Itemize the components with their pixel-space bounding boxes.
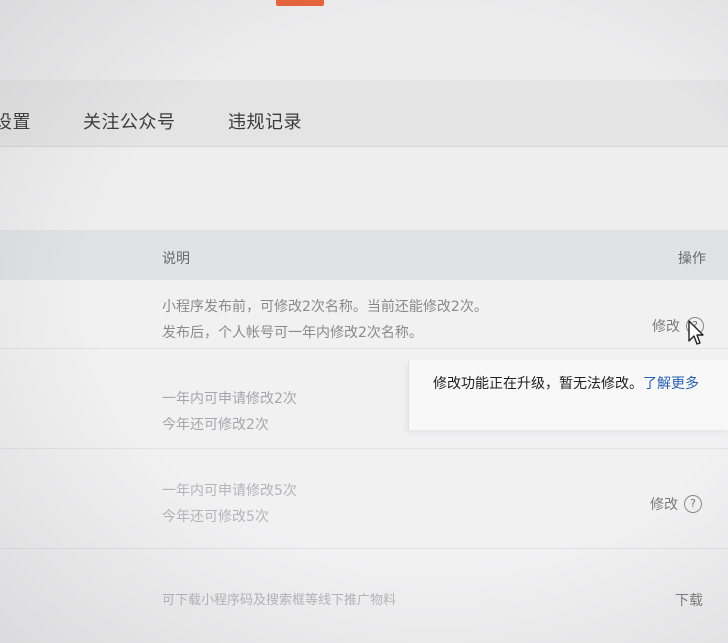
table-header: 说明 操作 (0, 230, 728, 280)
row-description-line: 发布后，个人帐号可一年内修改2次名称。 (162, 325, 423, 341)
header-action: 操作 (678, 251, 706, 267)
mouse-cursor-icon (688, 320, 704, 345)
row-description-line: 小程序发布前，可修改2次名称。当前还能修改2次。 (162, 299, 488, 315)
top-orange-button-edge[interactable] (276, 0, 324, 6)
download-link[interactable]: 下载 (675, 590, 703, 610)
row-description-line: 今年还可修改5次 (162, 509, 269, 525)
section-gap (0, 147, 728, 230)
row-description-line: 一年内可申请修改2次 (162, 391, 297, 407)
modify-action: 修改 ? (650, 494, 702, 514)
table-row: 一年内可申请修改5次 今年还可修改5次 修改 ? (0, 448, 728, 549)
download-action: 下载 (675, 590, 703, 610)
tooltip-message: 修改功能正在升级，暂无法修改。 (433, 376, 643, 392)
tooltip-text: 修改功能正在升级，暂无法修改。了解更多 (433, 370, 725, 398)
screen: 设置 关注公众号 违规记录 说明 操作 小程序发布前，可修改2次名称。当前还能修… (0, 0, 728, 643)
header-description: 说明 (162, 251, 190, 267)
table-row: 可下载小程序码及搜索框等线下推广物料 下载 (0, 548, 728, 643)
tab-follow-official-account[interactable]: 关注公众号 (83, 108, 176, 134)
row-description: 一年内可申请修改5次 今年还可修改5次 (162, 478, 297, 530)
row-description: 可下载小程序码及搜索框等线下推广物料 (162, 588, 396, 614)
settings-table: 说明 操作 小程序发布前，可修改2次名称。当前还能修改2次。 发布后，个人帐号可… (0, 230, 728, 643)
top-nav: 设置 关注公众号 违规记录 (0, 80, 728, 147)
row-description-line: 今年还可修改2次 (162, 417, 269, 433)
tab-violation-records[interactable]: 违规记录 (228, 108, 302, 134)
row-description-line: 一年内可申请修改5次 (162, 483, 297, 499)
top-band (0, 0, 728, 80)
tooltip-popover: 修改功能正在升级，暂无法修改。了解更多 (408, 360, 728, 430)
row-description: 一年内可申请修改2次 今年还可修改2次 (162, 386, 297, 438)
modify-link[interactable]: 修改 (650, 494, 678, 514)
learn-more-link[interactable]: 了解更多 (643, 376, 699, 392)
tab-settings[interactable]: 设置 (0, 108, 31, 134)
table-row: 小程序发布前，可修改2次名称。当前还能修改2次。 发布后，个人帐号可一年内修改2… (0, 280, 728, 349)
help-icon[interactable]: ? (684, 495, 702, 513)
row-description: 小程序发布前，可修改2次名称。当前还能修改2次。 发布后，个人帐号可一年内修改2… (162, 294, 488, 346)
row-description-line: 可下载小程序码及搜索框等线下推广物料 (162, 593, 397, 608)
modify-link[interactable]: 修改 (652, 316, 680, 336)
